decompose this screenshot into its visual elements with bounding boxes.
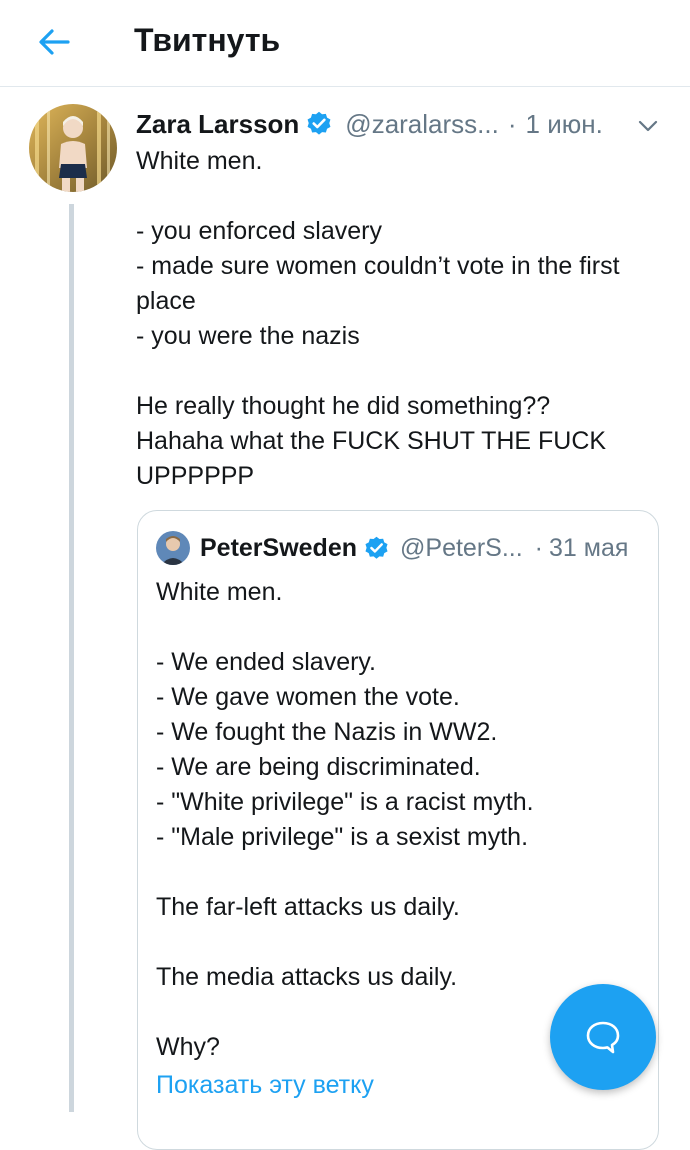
quoted-tweet-header: PeterSweden @PeterS... · 31 мая [200, 530, 628, 566]
tweet-text: White men. - you enforced slavery - made… [136, 147, 620, 490]
quoted-tweet-text: White men. - We ended slavery. - We gave… [156, 578, 534, 1061]
quoted-author-handle[interactable]: @PeterS... [400, 534, 523, 563]
tweet-header: Zara Larsson @zaralarss... · 1 июн. [136, 106, 603, 142]
verified-badge-icon [365, 536, 388, 559]
top-bar: Твитнуть [0, 0, 690, 87]
thread-line [69, 204, 74, 1112]
page-title: Твитнуть [134, 22, 281, 58]
reply-bubble-icon [586, 1021, 620, 1054]
avatar[interactable] [29, 104, 117, 192]
chevron-down-icon[interactable] [634, 112, 662, 140]
arrow-left-icon[interactable] [36, 24, 72, 60]
compose-reply-button[interactable] [550, 984, 656, 1090]
tweet-date[interactable]: 1 июн. [526, 109, 603, 140]
author-name[interactable]: Zara Larsson [136, 109, 299, 140]
quoted-avatar[interactable] [156, 531, 190, 565]
show-thread-link[interactable]: Показать эту ветку [156, 1071, 374, 1100]
verified-badge-icon [307, 111, 331, 135]
author-handle[interactable]: @zaralarss... [345, 109, 499, 140]
separator-dot: · [534, 533, 543, 562]
separator-dot: · [507, 108, 517, 139]
quoted-author-name[interactable]: PeterSweden [200, 534, 357, 563]
quoted-tweet-date[interactable]: 31 мая [549, 534, 628, 563]
